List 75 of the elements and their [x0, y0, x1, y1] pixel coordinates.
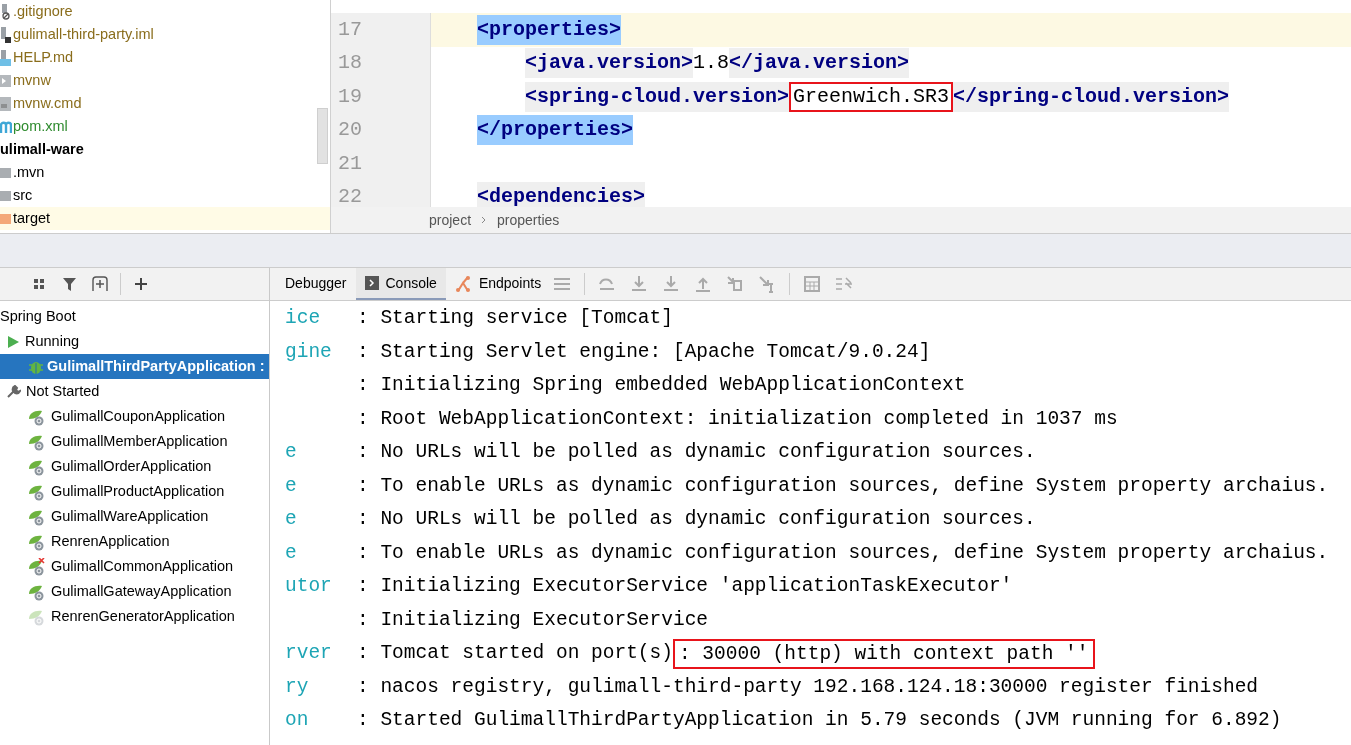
- log-message: : No URLs will be polled as dynamic configuration sources.: [357, 440, 1036, 466]
- log-message: : To enable URLs as dynamic configuration sources, define System property archaius.: [357, 540, 1329, 566]
- add-configuration-icon[interactable]: [90, 274, 110, 294]
- log-message: : Started GulimallThirdPartyApplication in 5.79 seconds (JVM running for 6.892): [357, 708, 1282, 734]
- project-tree-item[interactable]: target: [0, 207, 330, 230]
- line-number: 20: [337, 117, 362, 144]
- maven-icon: [0, 119, 12, 134]
- xml-tag: <spring-cloud.version>: [525, 81, 790, 112]
- xml-tag: <properties>: [477, 14, 622, 45]
- run-configuration-item[interactable]: GulimallThirdPartyApplication :: [0, 354, 269, 379]
- ignored-file-icon: [0, 3, 12, 20]
- log-message: : Starting Servlet engine: [Apache Tomcat/9.0.24]: [357, 339, 931, 365]
- line-number: 21: [337, 150, 362, 177]
- tool-tab[interactable]: Debugger: [276, 268, 356, 300]
- project-tree-item[interactable]: gulimall-third-party.iml: [0, 23, 330, 46]
- breadcrumb-item[interactable]: project: [429, 209, 472, 231]
- log-message: : To enable URLs as dynamic configuration sources, define System property archaius.: [357, 473, 1329, 499]
- calculator-icon[interactable]: [802, 274, 823, 294]
- log-source: utor: [285, 574, 333, 600]
- log-source: e: [285, 507, 298, 533]
- project-tree-item[interactable]: src: [0, 184, 330, 207]
- xml-tag: </spring-cloud.version>: [953, 81, 1230, 112]
- module-file-icon: [0, 26, 12, 43]
- log-message: : Initializing Spring embedded WebApplicationContext: [357, 373, 966, 399]
- excluded-folder-icon: [0, 212, 12, 225]
- line-number: 17: [337, 16, 362, 43]
- project-tree-item[interactable]: HELP.md: [0, 46, 330, 69]
- log-source: e: [285, 440, 298, 466]
- line-number: 19: [337, 83, 362, 110]
- log-message: : 30000 (http) with context path '': [672, 638, 1095, 669]
- tool-tab[interactable]: Console: [355, 268, 446, 300]
- xml-value: 1.8: [693, 50, 730, 77]
- log-message: : Starting service [Tomcat]: [357, 306, 673, 332]
- project-tree-item[interactable]: pom.xml: [0, 115, 330, 138]
- log-message: : Initializing ExecutorService 'applicationTaskExecutor': [357, 574, 1013, 600]
- log-message: : No URLs will be polled as dynamic configuration sources.: [357, 507, 1036, 533]
- run-icon: [7, 334, 20, 349]
- folder-icon: [0, 189, 12, 202]
- breadcrumb-item[interactable]: properties: [497, 209, 560, 231]
- project-tree-item[interactable]: .mvn: [0, 161, 330, 184]
- console-icon: [364, 276, 379, 290]
- log-source: ice: [285, 306, 322, 332]
- tree-group-label[interactable]: Running: [25, 330, 79, 353]
- xml-tag: </java.version>: [729, 48, 910, 79]
- log-source: on: [285, 708, 310, 734]
- endpoints-icon: [454, 274, 472, 292]
- project-tree-item[interactable]: .gitignore: [0, 0, 330, 23]
- tree-group-label[interactable]: Not Started: [26, 380, 100, 403]
- xml-tag: </properties>: [477, 115, 634, 146]
- text-file-icon: [0, 96, 12, 111]
- log-source: ry: [285, 674, 310, 700]
- tool-tab[interactable]: Endpoints: [445, 268, 551, 300]
- chevron-icon: [481, 216, 488, 224]
- xml-tag: <dependencies>: [477, 182, 646, 207]
- log-message: : nacos registry, gulimall-third-party 192.168.124.18:30000 register finished: [357, 674, 1259, 700]
- log-message: : Initializing ExecutorService: [357, 607, 709, 633]
- project-tree-item[interactable]: mvnw.cmd: [0, 92, 330, 115]
- wrench-icon: [7, 384, 21, 399]
- line-number: 22: [337, 184, 362, 207]
- log-message: : Tomcat started on port(s): [357, 641, 673, 667]
- scrollbar-thumb[interactable]: [317, 108, 328, 164]
- xml-value: Greenwich.SR3: [789, 81, 954, 112]
- markdown-file-icon: [0, 49, 12, 66]
- xml-tag: <java.version>: [525, 48, 694, 79]
- log-source: gine: [285, 339, 333, 365]
- project-tree-item[interactable]: mvnw: [0, 69, 330, 92]
- project-tree-item[interactable]: ulimall-ware: [0, 138, 330, 161]
- log-source: e: [285, 540, 298, 566]
- folder-icon: [0, 166, 12, 179]
- log-source: e: [285, 473, 298, 499]
- tree-group-label[interactable]: Spring Boot: [0, 304, 269, 329]
- log-message: : Root WebApplicationContext: initialization completed in 1037 ms: [357, 406, 1118, 432]
- spring-boot-error-icon: [28, 557, 48, 576]
- line-number: 18: [337, 50, 362, 77]
- log-source: rver: [285, 641, 333, 667]
